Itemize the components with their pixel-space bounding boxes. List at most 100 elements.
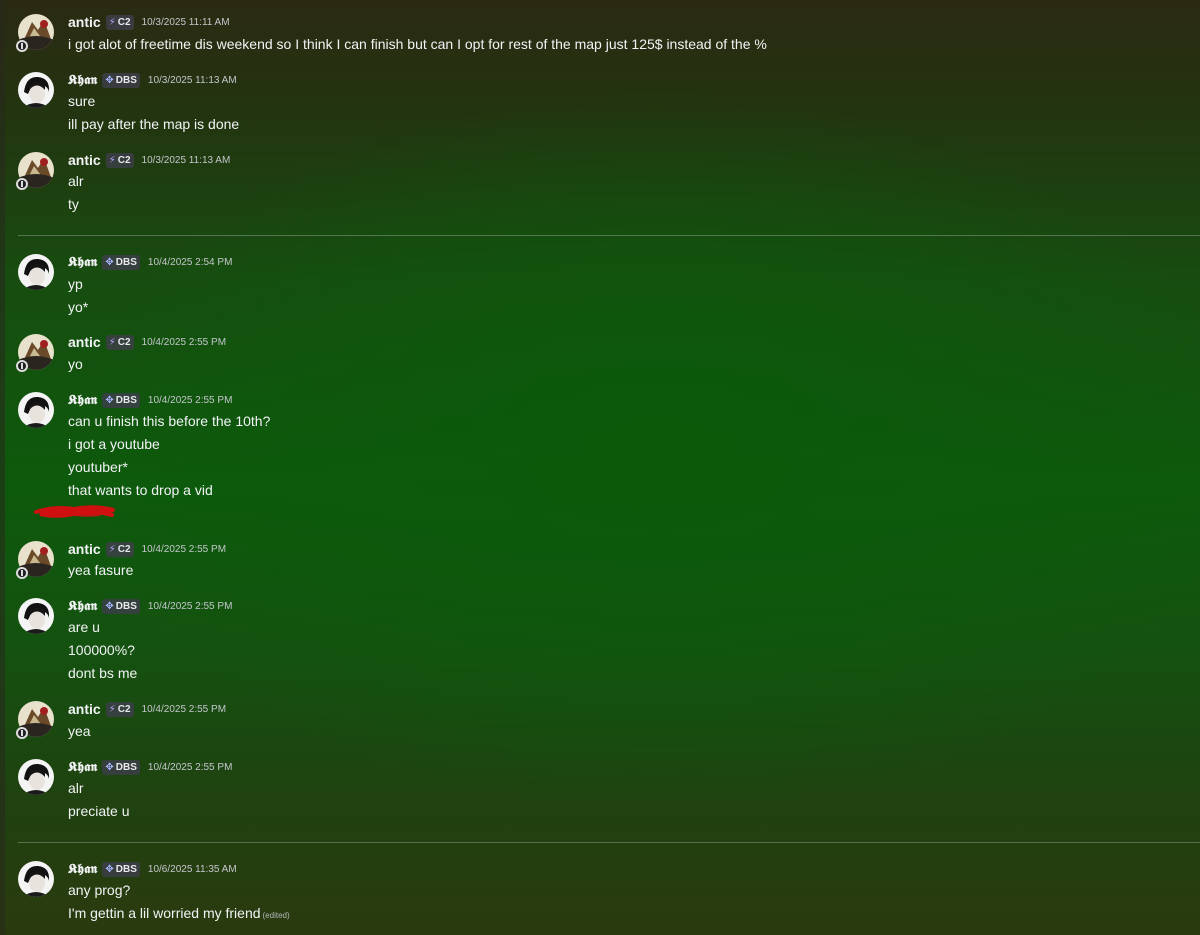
server-tag-badge[interactable]: ⚡ C2	[105, 541, 134, 557]
message-content: yp	[68, 276, 83, 292]
message-content: yo*	[68, 299, 89, 315]
username[interactable]: antic	[68, 152, 101, 168]
username[interactable]: 𝕶𝖍𝖆𝖓	[68, 73, 97, 88]
timestamp[interactable]: 10/4/2025 2:55 PM	[148, 395, 233, 406]
server-tag-badge[interactable]: ✥ DBS	[102, 861, 140, 877]
avatar-antic[interactable]	[16, 334, 54, 372]
message-header: 𝕶𝖍𝖆𝖓 ✥ DBS 10/4/2025 2:55 PM	[68, 757, 232, 777]
message-text[interactable]: I'm gettin a lil worried my friend (edite…	[68, 903, 290, 923]
lightning-icon: ⚡	[108, 16, 116, 28]
message-content: that wants to drop a vid	[68, 482, 213, 498]
username[interactable]: antic	[68, 334, 101, 350]
avatar-antic[interactable]	[16, 14, 54, 52]
server-tag-label: DBS	[115, 600, 137, 612]
message-text[interactable]: can u finish this before the 10th?	[68, 411, 270, 431]
message-text[interactable]: any prog?	[68, 880, 130, 900]
message-text[interactable]: are u	[68, 617, 100, 637]
timestamp[interactable]: 10/3/2025 11:13 AM	[148, 75, 237, 86]
avatar-khan[interactable]	[18, 392, 54, 428]
message-text[interactable]: ty	[68, 194, 79, 214]
message-text[interactable]: yea fasure	[68, 560, 133, 580]
server-tag-badge[interactable]: ✥ DBS	[102, 759, 140, 775]
message-header: 𝕶𝖍𝖆𝖓 ✥ DBS 10/4/2025 2:55 PM	[68, 596, 232, 616]
timestamp[interactable]: 10/6/2025 11:35 AM	[148, 864, 237, 875]
message-content: any prog?	[68, 882, 131, 898]
server-tag-badge[interactable]: ⚡ C2	[105, 701, 134, 717]
status-icon	[16, 567, 28, 579]
username[interactable]: 𝕶𝖍𝖆𝖓	[68, 760, 97, 775]
message-content: 100000%?	[68, 642, 135, 658]
avatar-khan[interactable]	[18, 861, 54, 897]
message-content: I'm gettin a lil worried my friend	[68, 905, 261, 921]
message-header: antic ⚡ C2 10/3/2025 11:11 AM	[68, 12, 230, 32]
timestamp[interactable]: 10/4/2025 2:55 PM	[142, 704, 227, 715]
message-text[interactable]: yo	[68, 354, 83, 374]
timestamp[interactable]: 10/4/2025 2:55 PM	[142, 544, 227, 555]
server-tag-label: DBS	[115, 74, 137, 86]
server-tag-badge[interactable]: ✥ DBS	[102, 72, 140, 88]
compass-icon: ✥	[105, 600, 114, 612]
timestamp[interactable]: 10/4/2025 2:55 PM	[142, 337, 227, 348]
message-text[interactable]: 100000%?	[68, 640, 135, 660]
message-text[interactable]: alr	[68, 171, 84, 191]
message-header: 𝕶𝖍𝖆𝖓 ✥ DBS 10/4/2025 2:55 PM	[68, 390, 232, 410]
message-text[interactable]: preciate u	[68, 801, 129, 821]
lightning-icon: ⚡	[108, 336, 116, 348]
server-tag-badge[interactable]: ⚡ C2	[105, 14, 134, 30]
avatar-khan[interactable]	[18, 254, 54, 290]
avatar-antic[interactable]	[16, 701, 54, 739]
compass-icon: ✥	[105, 256, 114, 268]
date-divider	[18, 842, 1200, 843]
server-tag-badge[interactable]: ✥ DBS	[102, 254, 140, 270]
server-tag-badge[interactable]: ⚡ C2	[105, 334, 134, 350]
username[interactable]: antic	[68, 701, 101, 717]
message-text[interactable]: ill pay after the map is done	[68, 114, 239, 134]
username[interactable]: 𝕶𝖍𝖆𝖓	[68, 255, 97, 270]
server-tag-badge[interactable]: ✥ DBS	[102, 392, 140, 408]
timestamp[interactable]: 10/4/2025 2:54 PM	[148, 257, 233, 268]
message-text[interactable]: alr	[68, 778, 84, 798]
message-text[interactable]: youtuber*	[68, 457, 128, 477]
message-content: youtuber*	[68, 459, 128, 475]
server-tag-label: DBS	[115, 761, 137, 773]
avatar-antic[interactable]	[16, 152, 54, 190]
message-text[interactable]: dont bs me	[68, 663, 137, 683]
timestamp[interactable]: 10/3/2025 11:11 AM	[142, 17, 230, 28]
message-text[interactable]: yo*	[68, 297, 88, 317]
message-text[interactable]: that wants to drop a vid	[68, 480, 213, 500]
server-tag-badge[interactable]: ⚡ C2	[105, 152, 134, 168]
server-tag-badge[interactable]: ✥ DBS	[102, 598, 140, 614]
avatar-khan[interactable]	[18, 72, 54, 108]
avatar-khan[interactable]	[18, 598, 54, 634]
message-text[interactable]: yp	[68, 274, 83, 294]
timestamp[interactable]: 10/3/2025 11:13 AM	[142, 155, 231, 166]
message-content: ill pay after the map is done	[68, 116, 240, 132]
timestamp[interactable]: 10/4/2025 2:55 PM	[148, 762, 233, 773]
avatar-khan[interactable]	[18, 759, 54, 795]
server-tag-label: C2	[117, 16, 131, 28]
message-text[interactable]: i got alot of freetime dis weekend so I …	[68, 34, 767, 54]
message-header: 𝕶𝖍𝖆𝖓 ✥ DBS 10/3/2025 11:13 AM	[68, 70, 237, 90]
status-icon	[16, 360, 28, 372]
message-content: dont bs me	[68, 665, 138, 681]
username[interactable]: antic	[68, 541, 101, 557]
message-header: antic ⚡ C2 10/4/2025 2:55 PM	[68, 332, 226, 352]
server-tag-label: C2	[117, 154, 131, 166]
message-text[interactable]: i got a youtube	[68, 434, 160, 454]
username[interactable]: 𝕶𝖍𝖆𝖓	[68, 862, 97, 877]
message-text[interactable]: yea	[68, 721, 91, 741]
avatar-antic[interactable]	[16, 541, 54, 579]
server-tag-label: C2	[117, 703, 131, 715]
message-content: sure	[68, 93, 96, 109]
message-feed: antic ⚡ C2 10/3/2025 11:11 AM i got alot of …	[0, 0, 1200, 935]
compass-icon: ✥	[105, 863, 114, 875]
status-icon	[16, 727, 28, 739]
username[interactable]: 𝕶𝖍𝖆𝖓	[68, 393, 97, 408]
username[interactable]: 𝕶𝖍𝖆𝖓	[68, 599, 97, 614]
date-divider	[18, 235, 1200, 236]
username[interactable]: antic	[68, 14, 101, 30]
timestamp[interactable]: 10/4/2025 2:55 PM	[148, 601, 233, 612]
message-text[interactable]: sure	[68, 91, 95, 111]
status-icon	[16, 40, 28, 52]
message-content: alr	[68, 173, 84, 189]
